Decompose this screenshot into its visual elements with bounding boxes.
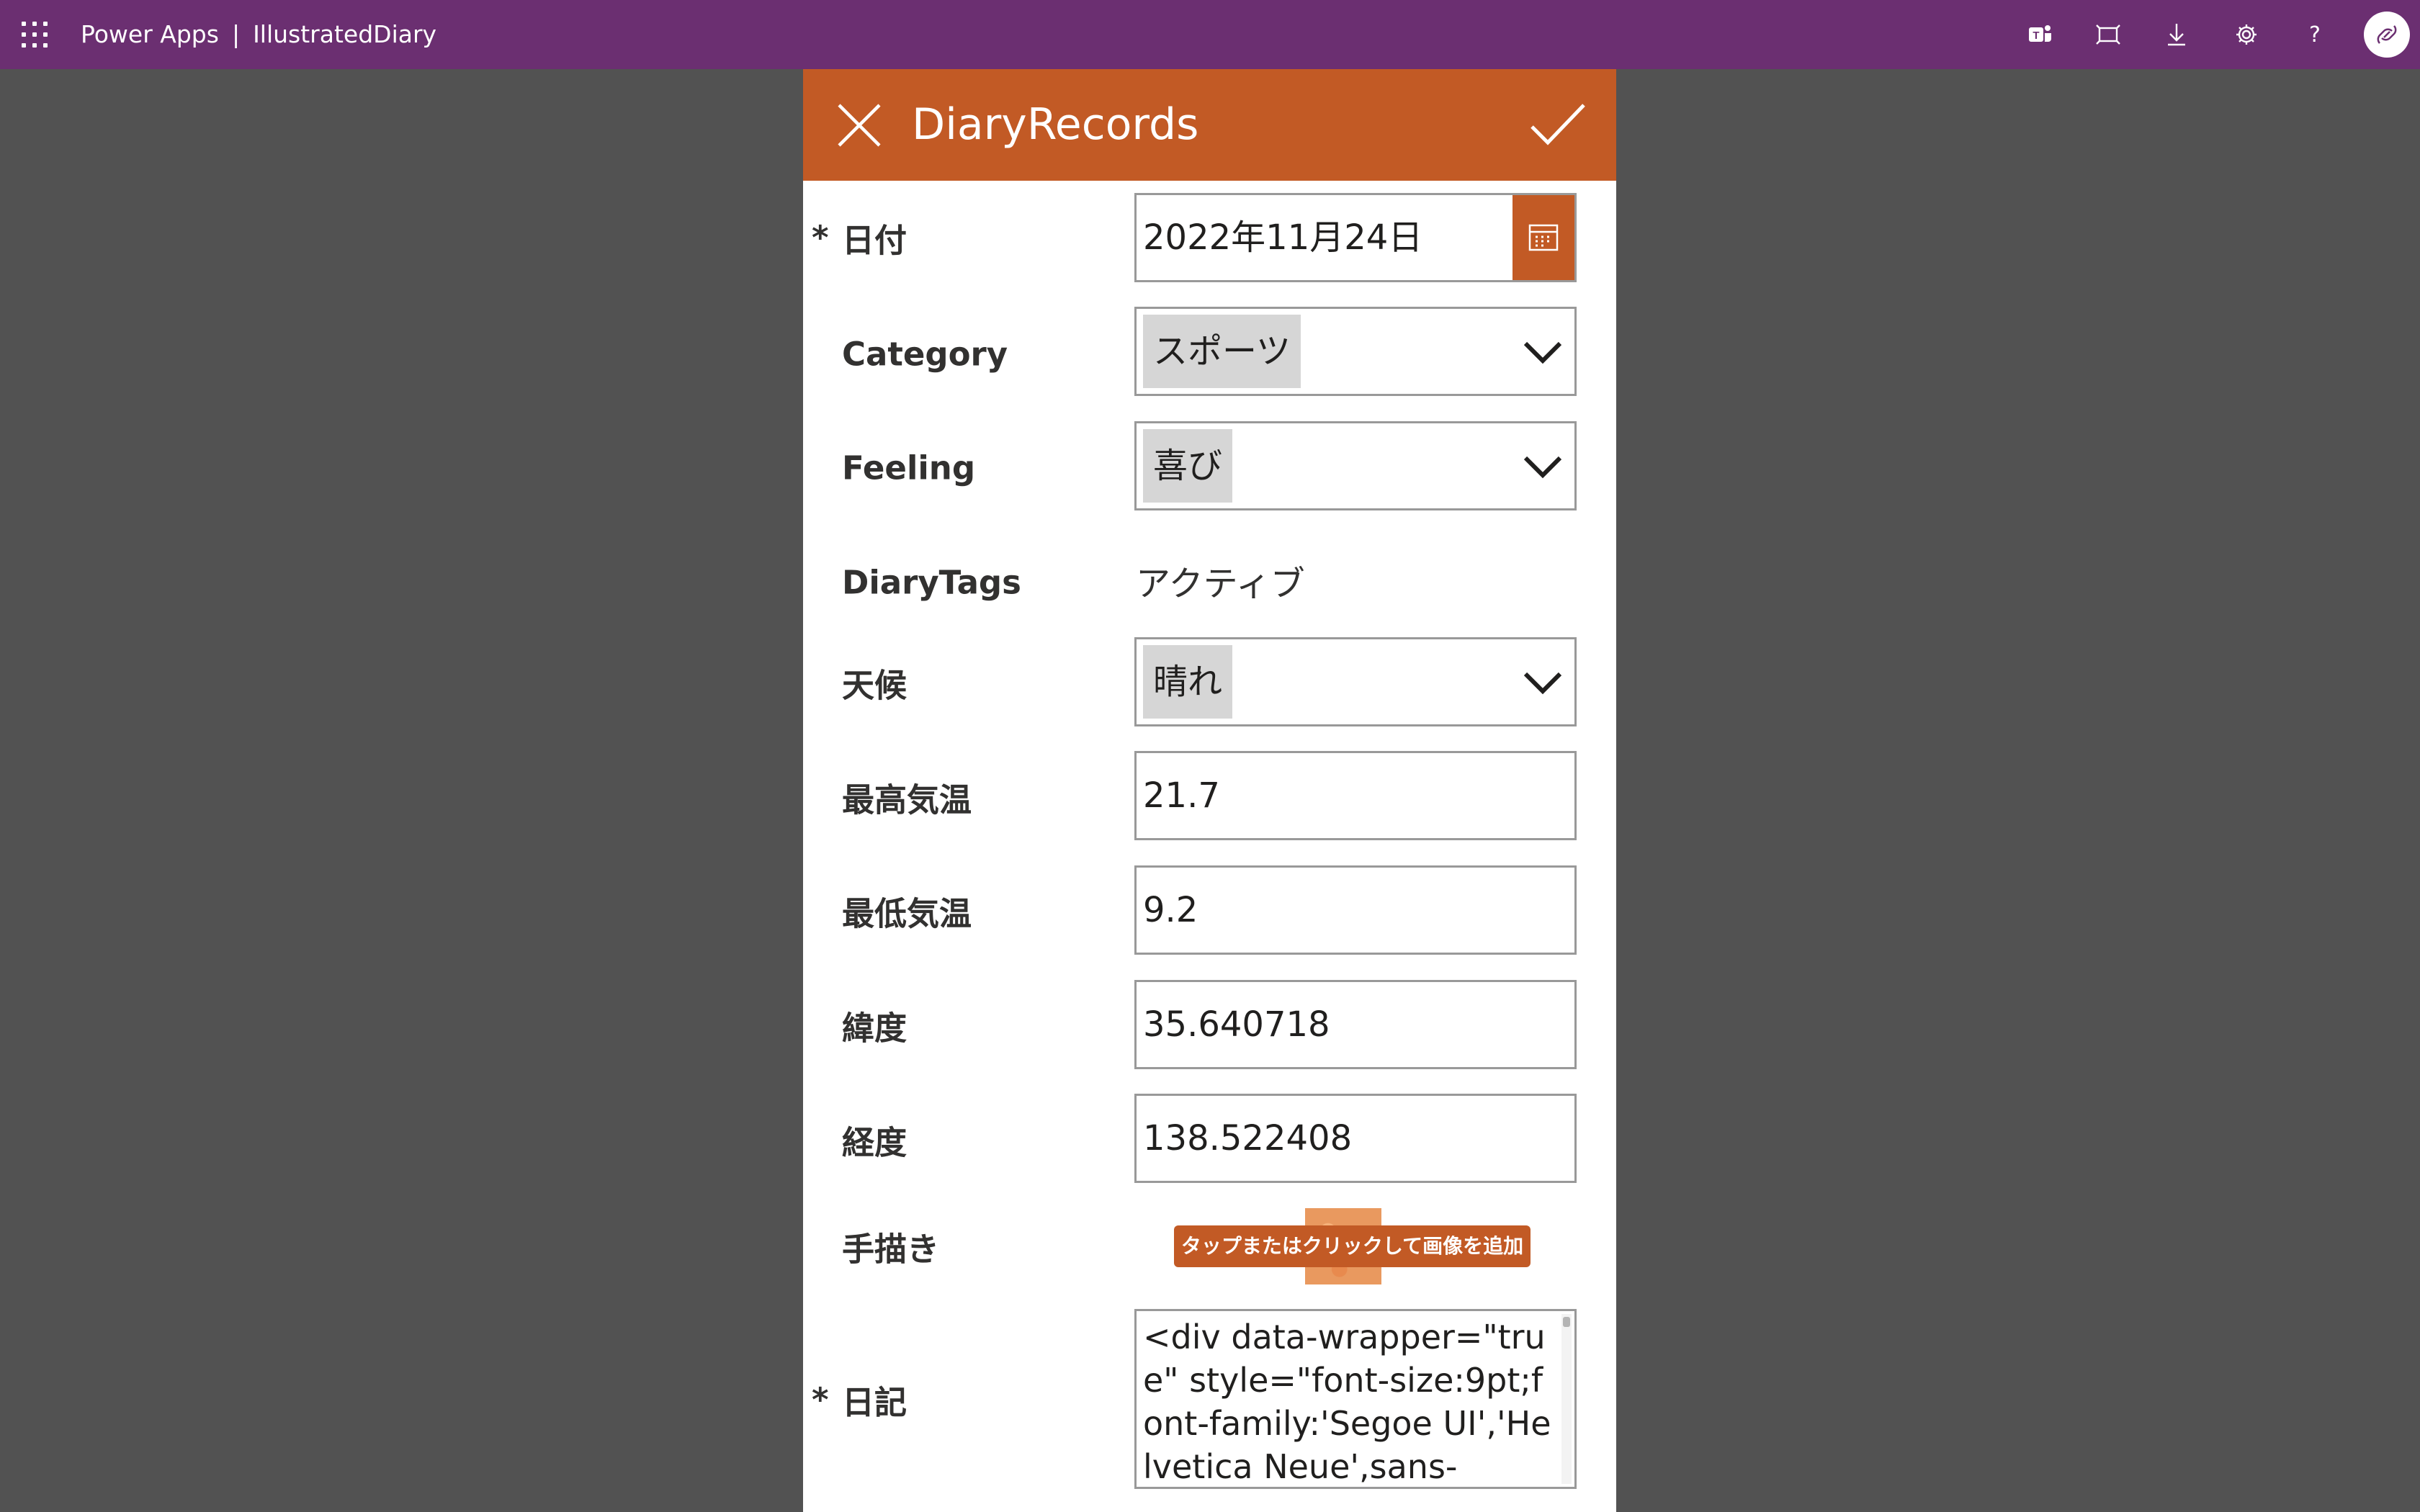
longitude-value: 138.522408 <box>1143 1118 1353 1158</box>
date-label: 日付 <box>842 221 908 260</box>
add-image-picker[interactable]: タップまたはクリックして画像を追加 <box>1174 1208 1531 1284</box>
required-marker: * <box>812 218 829 257</box>
weather-selected-chip: 晴れ <box>1143 645 1233 719</box>
avatar[interactable] <box>2364 12 2410 58</box>
weather-dropdown[interactable]: 晴れ <box>1134 637 1577 726</box>
required-marker: * <box>812 1380 829 1419</box>
form-title: DiaryRecords <box>912 99 1199 150</box>
diary-label: 日記 <box>842 1383 908 1422</box>
svg-text:T: T <box>2033 30 2039 42</box>
date-value: 2022年11月24日 <box>1143 217 1423 258</box>
add-image-label: タップまたはクリックして画像を追加 <box>1174 1225 1531 1267</box>
feeling-selected-chip: 喜び <box>1143 429 1233 503</box>
category-label: Category <box>842 335 1008 374</box>
teams-icon[interactable]: T <box>2022 17 2057 52</box>
date-picker[interactable]: 2022年11月24日 <box>1134 193 1577 282</box>
latitude-value: 35.640718 <box>1143 1004 1330 1045</box>
category-dropdown[interactable]: スポーツ <box>1134 307 1577 396</box>
app-name: IllustratedDiary <box>253 20 437 48</box>
min-temp-input[interactable]: 9.2 <box>1134 865 1577 955</box>
app-title: Power Apps | IllustratedDiary <box>81 0 436 69</box>
longitude-label: 経度 <box>842 1123 908 1162</box>
feeling-label: Feeling <box>842 449 976 487</box>
category-selected-chip: スポーツ <box>1143 315 1301 388</box>
chevron-down-icon[interactable] <box>1523 668 1563 696</box>
fit-to-window-icon[interactable] <box>2091 17 2125 52</box>
app-header-bar: Power Apps | IllustratedDiary T ? <box>0 0 2420 69</box>
latitude-label: 緯度 <box>842 1009 908 1048</box>
chevron-down-icon[interactable] <box>1523 338 1563 365</box>
edit-form-panel: DiaryRecords * 日付 2022年11月24日 Category ス… <box>803 69 1616 1512</box>
calendar-icon <box>1528 224 1559 251</box>
submit-check-icon[interactable] <box>1529 101 1587 150</box>
diary-tags-value: アクティブ <box>1136 564 1305 604</box>
chevron-down-icon[interactable] <box>1523 452 1563 480</box>
close-icon[interactable] <box>835 101 884 150</box>
max-temp-label: 最高気温 <box>842 780 972 819</box>
svg-text:?: ? <box>2309 22 2321 48</box>
diary-tags-label: DiaryTags <box>842 563 1021 602</box>
weather-label: 天候 <box>842 666 908 705</box>
settings-icon[interactable] <box>2229 17 2264 52</box>
diary-scrollbar[interactable] <box>1561 1314 1572 1484</box>
help-icon[interactable]: ? <box>2298 17 2332 52</box>
download-icon[interactable] <box>2159 17 2194 52</box>
max-temp-input[interactable]: 21.7 <box>1134 751 1577 840</box>
diary-textarea[interactable]: <div data-wrapper="true" style="font-siz… <box>1134 1309 1577 1489</box>
max-temp-value: 21.7 <box>1143 775 1220 816</box>
longitude-input[interactable]: 138.522408 <box>1134 1094 1577 1183</box>
latitude-input[interactable]: 35.640718 <box>1134 980 1577 1069</box>
brand-name: Power Apps <box>81 20 219 48</box>
drawing-label: 手描き <box>842 1230 940 1269</box>
app-launcher-icon[interactable] <box>22 22 48 48</box>
calendar-button[interactable] <box>1512 195 1574 280</box>
title-separator: | <box>231 20 241 48</box>
min-temp-label: 最低気温 <box>842 894 972 933</box>
feeling-dropdown[interactable]: 喜び <box>1134 421 1577 510</box>
diary-value: <div data-wrapper="true" style="font-siz… <box>1143 1318 1551 1486</box>
form-header: DiaryRecords <box>803 69 1616 181</box>
min-temp-value: 9.2 <box>1143 890 1198 930</box>
